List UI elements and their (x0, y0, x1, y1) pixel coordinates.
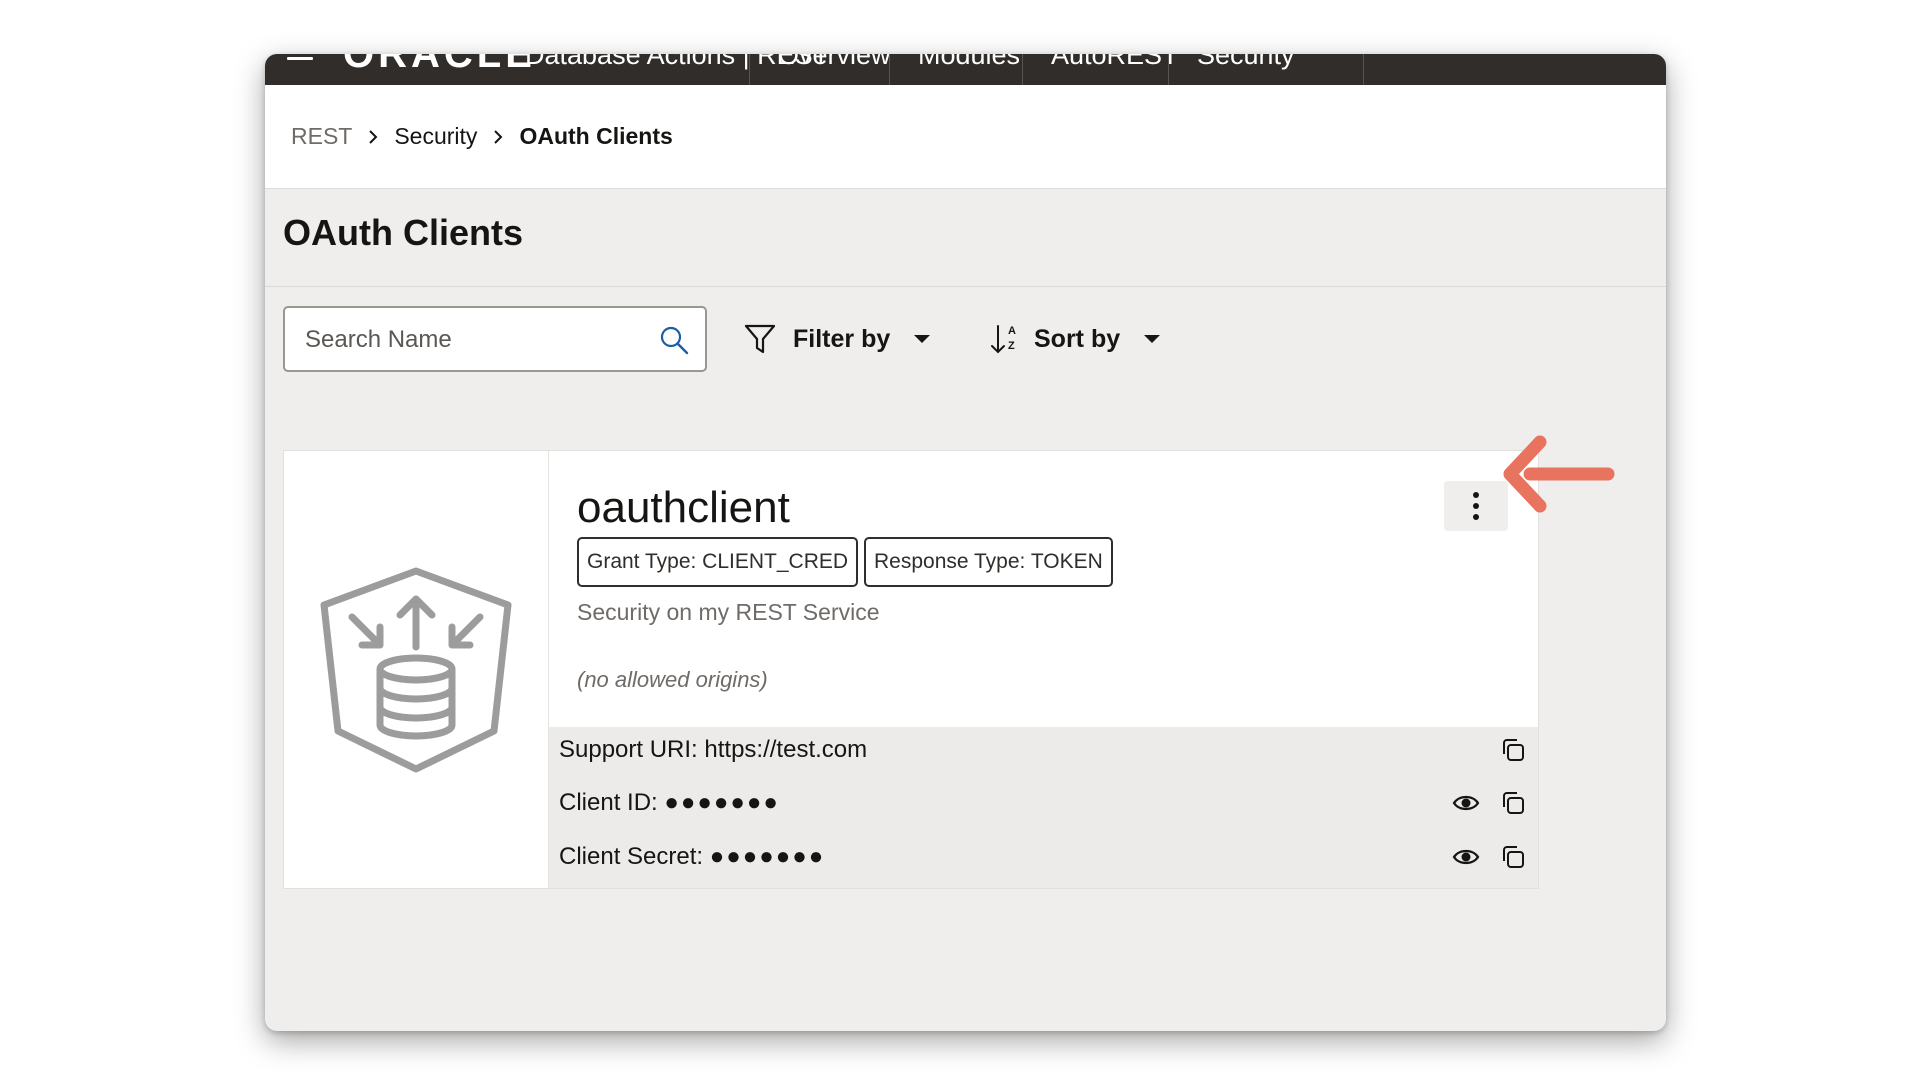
card-icon-panel (284, 451, 549, 888)
filter-icon (744, 324, 776, 354)
caret-down-icon (914, 335, 931, 343)
app-window: ORACLE Database Actions | REST Overview … (265, 54, 1666, 1031)
svg-text:Z: Z (1008, 340, 1015, 352)
divider (265, 286, 1666, 287)
client-id-label: Client ID: ●●●●●●● (559, 789, 780, 816)
tab-security[interactable]: Security (1168, 54, 1364, 85)
search-icon[interactable] (659, 325, 689, 355)
copy-icon[interactable] (1499, 843, 1527, 871)
support-uri-label: Support URI: https://test.com (559, 736, 868, 763)
pointer-arrow-icon (1503, 435, 1615, 513)
chevron-right-icon (494, 129, 503, 144)
breadcrumb-security[interactable]: Security (394, 123, 477, 150)
tab-autorest[interactable]: AutoREST (1022, 54, 1179, 85)
tab-modules[interactable]: Modules (889, 54, 1023, 85)
client-name[interactable]: oauthclient (577, 483, 790, 533)
card-body: oauthclient Grant Type: CLIENT_CRED Resp… (549, 451, 1538, 888)
top-nav-bar: ORACLE Database Actions | REST Overview … (265, 54, 1666, 85)
grant-type-badge: Grant Type: CLIENT_CRED (577, 537, 859, 587)
search-input[interactable] (303, 322, 637, 358)
response-type-badge: Response Type: TOKEN (864, 537, 1113, 587)
oracle-logo: ORACLE (343, 54, 536, 76)
tab-overview[interactable]: Overview (749, 54, 891, 85)
chevron-right-icon (369, 129, 378, 144)
allowed-origins: (no allowed origins) (577, 667, 768, 692)
eye-icon[interactable] (1452, 789, 1480, 817)
caret-down-icon (1144, 335, 1161, 343)
client-details-panel: Support URI: https://test.com Client ID:… (549, 727, 1538, 888)
copy-icon[interactable] (1499, 736, 1527, 764)
page-title: OAuth Clients (283, 212, 523, 253)
database-shield-icon (320, 567, 512, 773)
top-nav-spacer (1363, 54, 1666, 85)
filter-by-button[interactable]: Filter by (743, 316, 932, 362)
support-uri-row: Support URI: https://test.com (559, 730, 1529, 770)
eye-icon[interactable] (1452, 843, 1480, 871)
oauth-client-card: oauthclient Grant Type: CLIENT_CRED Resp… (283, 450, 1539, 889)
client-description: Security on my REST Service (577, 599, 880, 625)
client-secret-masked-value: ●●●●●●● (709, 843, 826, 870)
client-id-row: Client ID: ●●●●●●● (559, 783, 1529, 823)
search-field[interactable] (283, 306, 707, 372)
breadcrumb-rest[interactable]: REST (291, 123, 352, 150)
breadcrumb-bar: REST Security OAuth Clients (265, 85, 1666, 189)
svg-text:A: A (1008, 325, 1016, 337)
copy-icon[interactable] (1499, 789, 1527, 817)
client-id-masked-value: ●●●●●●● (664, 789, 780, 816)
breadcrumb: REST Security OAuth Clients (291, 123, 673, 150)
sort-icon: A Z (991, 325, 1016, 354)
breadcrumb-oauth-clients: OAuth Clients (519, 123, 673, 149)
sort-by-label: Sort by (1034, 324, 1121, 353)
client-secret-label: Client Secret: ●●●●●●● (559, 843, 826, 870)
sort-by-button[interactable]: A Z Sort by (990, 316, 1162, 362)
filter-by-label: Filter by (793, 324, 891, 353)
kebab-menu-icon[interactable] (1444, 481, 1508, 531)
menu-icon[interactable] (287, 54, 313, 62)
client-secret-row: Client Secret: ●●●●●●● (559, 837, 1529, 877)
